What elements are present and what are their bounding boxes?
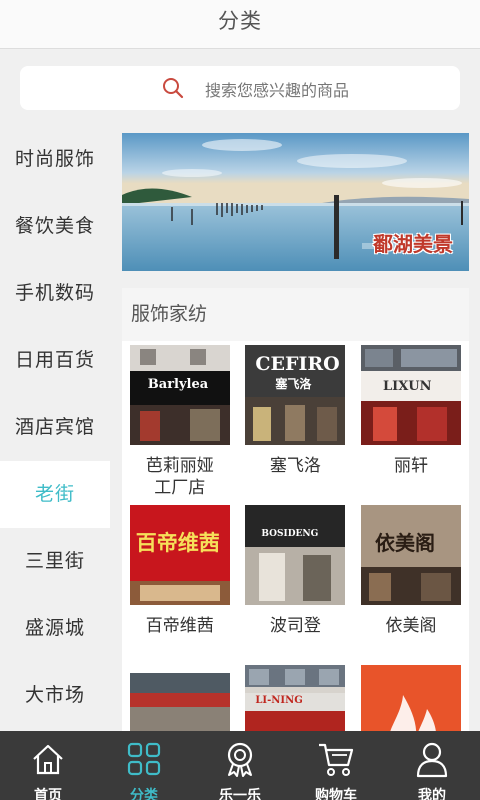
sidebar-item-label: 手机数码 [14,282,95,304]
shop-thumbnail: LIXUN [360,345,461,445]
section-title: 服饰家纺 [122,288,469,341]
shop-name: 芭莉丽娅 工厂店 [145,456,214,498]
category-sidebar: 时尚服饰 餐饮美食 手机数码 日用百货 酒店宾馆 老街 三里街 盛源城 大市场 [0,126,110,729]
user-icon [416,742,448,778]
banner-image[interactable]: 鄱湖美景 [122,133,469,271]
search-icon [163,78,184,99]
shop-card[interactable]: Barlylea 芭莉丽娅 工厂店 [122,343,238,503]
shop-thumbnail [360,665,461,731]
shop-sign: Barlylea [147,377,209,392]
sidebar-item-label: 三里街 [24,550,85,572]
shop-thumbnail: 百帝维茜 [129,505,230,605]
shop-name: 依美阁 [385,616,437,636]
shop-card[interactable]: CEFIRO 塞飞洛 塞飞洛 [238,343,354,503]
search-input[interactable]: 搜索您感兴趣的商品 [20,66,460,110]
shop-name: 丽轩 [393,456,428,476]
tab-label: 乐一乐 [219,788,261,800]
sidebar-item-label: 酒店宾馆 [14,416,95,438]
shop-card[interactable]: 百帝维茜 百帝维茜 [122,503,238,663]
tab-label: 我的 [418,788,446,800]
shop-grid: Barlylea 芭莉丽娅 工厂店 CEFIRO 塞飞洛 塞飞洛 LIXUN 丽… [122,341,469,731]
shop-name: 百帝维茜 [145,616,214,636]
shop-sign: LIXUN [382,379,432,394]
sidebar-item-daily-goods[interactable]: 日用百货 [0,327,110,394]
banner-caption: 鄱湖美景 [373,232,453,256]
bottom-tab-bar: 首页 分类 乐一乐 购物车 我的 [0,731,480,800]
shop-card[interactable] [122,663,238,731]
shop-sign: LI-NING [255,695,303,706]
shop-thumbnail [129,673,230,731]
sidebar-item-label: 时尚服饰 [14,148,95,170]
shop-thumbnail: BOSIDENG [245,505,346,605]
shop-thumbnail: CEFIRO 塞飞洛 [245,345,346,445]
shop-card[interactable] [353,663,469,731]
shop-card[interactable]: BOSIDENG 波司登 [238,503,354,663]
shop-thumbnail: 依美阁 [360,505,461,605]
shop-sign: BOSIDENG [261,529,319,539]
shop-sign-cn: 塞飞洛 [275,377,312,391]
sidebar-item-old-street[interactable]: 老街 [0,461,110,528]
sidebar-item-label: 老街 [34,483,75,505]
app-root: 分类 搜索您感兴趣的商品 时尚服饰 餐饮美食 手机数码 日用百货 酒店宾馆 老街… [0,0,480,800]
shop-thumbnail: Barlylea [129,345,230,445]
sidebar-item-sanli-street[interactable]: 三里街 [0,528,110,595]
sidebar-item-label: 盛源城 [24,617,85,639]
search-placeholder: 搜索您感兴趣的商品 [205,81,350,100]
page-title: 分类 [218,9,262,33]
shop-sign: CEFIRO [255,353,340,375]
sidebar-item-label: 大市场 [24,684,85,706]
sidebar-item-label: 日用百货 [14,349,95,371]
shop-sign: 百帝维茜 [135,530,220,555]
shop-card[interactable]: 依美阁 依美阁 [353,503,469,663]
shop-sign: 依美阁 [374,531,435,555]
grid-icon [127,742,161,776]
tab-fun[interactable]: 乐一乐 [192,731,288,800]
sidebar-item-big-market[interactable]: 大市场 [0,662,110,729]
shop-thumbnail: LI-NING [245,665,346,731]
sidebar-item-fashion[interactable]: 时尚服饰 [0,126,110,193]
sidebar-item-shengyuan[interactable]: 盛源城 [0,595,110,662]
shop-name: 塞飞洛 [269,456,321,476]
tab-label: 分类 [130,788,158,800]
tab-label: 首页 [34,788,62,800]
sidebar-item-food[interactable]: 餐饮美食 [0,193,110,260]
top-bar: 分类 [0,0,480,49]
shop-card[interactable]: LIXUN 丽轩 [353,343,469,503]
tab-category[interactable]: 分类 [96,731,192,800]
shop-name: 波司登 [269,616,321,636]
tab-label: 购物车 [315,788,357,800]
cart-icon [319,743,354,776]
sidebar-item-digital[interactable]: 手机数码 [0,260,110,327]
tab-profile[interactable]: 我的 [384,731,480,800]
tab-cart[interactable]: 购物车 [288,731,384,800]
medal-icon [227,742,253,777]
sidebar-item-label: 餐饮美食 [14,215,95,237]
category-content: 鄱湖美景 服饰家纺 Barlylea 芭莉丽娅 工厂店 CEFIRO 塞飞洛 塞… [122,133,469,731]
tab-home[interactable]: 首页 [0,731,96,800]
home-icon [33,744,63,775]
sidebar-item-hotels[interactable]: 酒店宾馆 [0,394,110,461]
shop-card[interactable]: LI-NING [238,663,354,731]
